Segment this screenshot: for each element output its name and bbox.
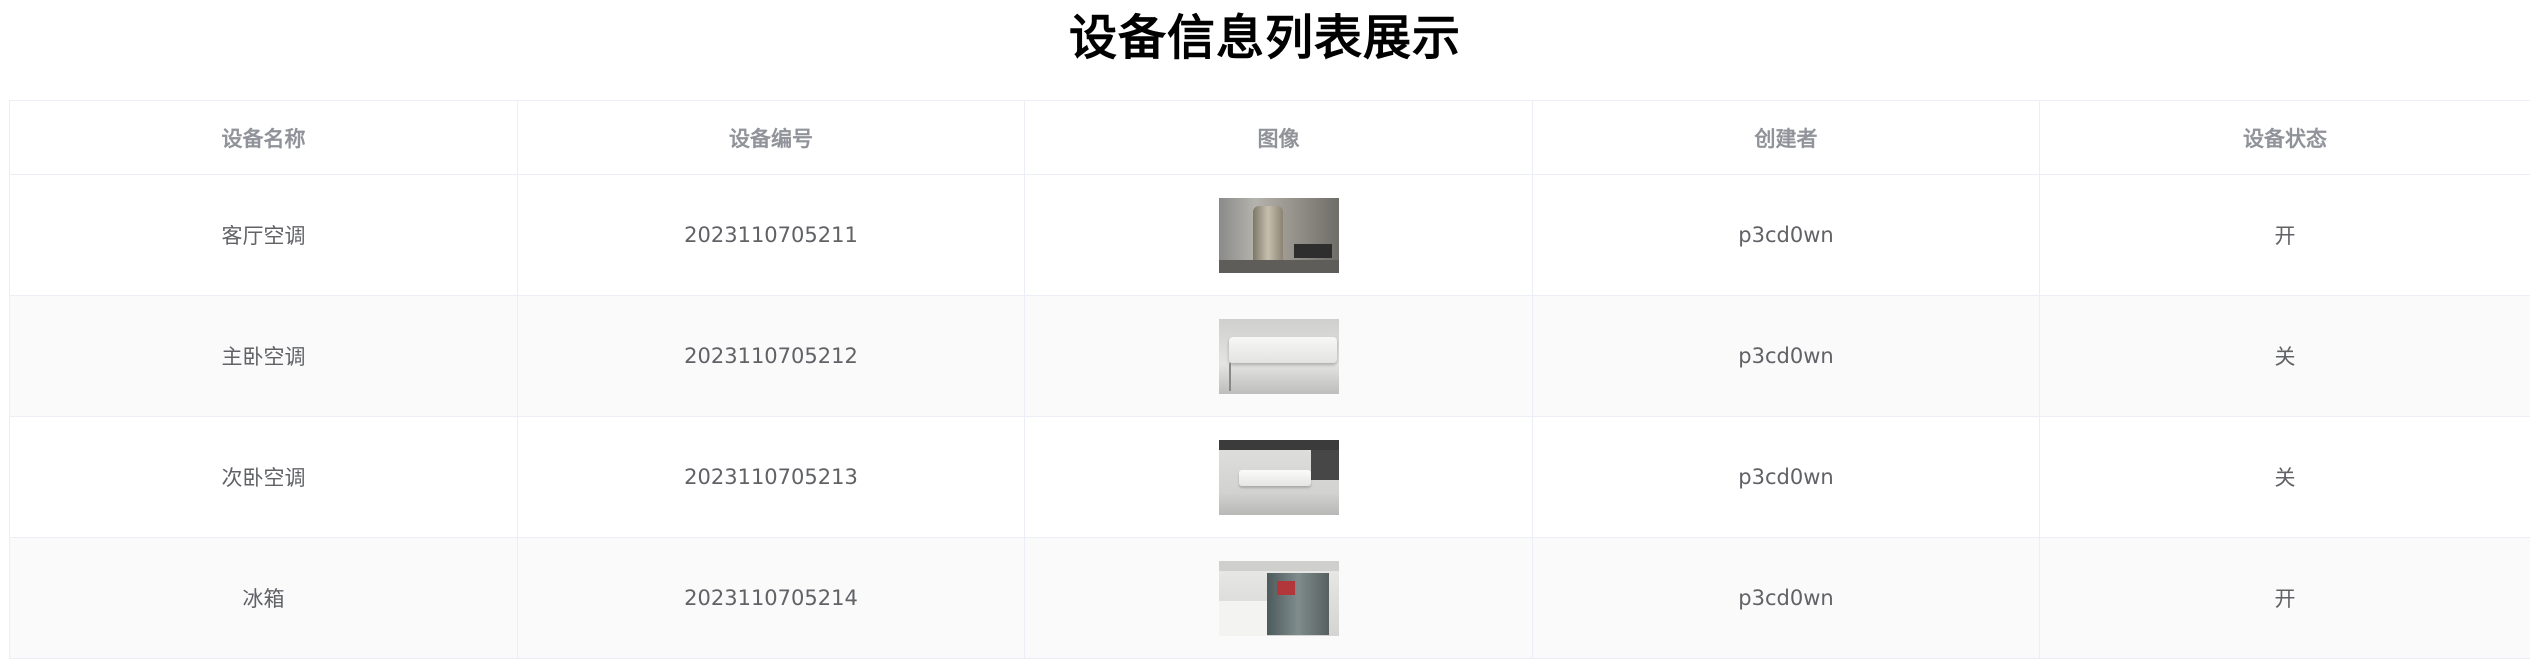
status-cell: 开: [2039, 537, 2530, 659]
second-bedroom-ac-image[interactable]: [1218, 439, 1339, 515]
device-code-cell: 2023110705212: [517, 295, 1025, 417]
creator-cell: p3cd0wn: [1532, 416, 2040, 538]
column-header-device-name[interactable]: 设备名称: [9, 100, 518, 175]
creator-cell: p3cd0wn: [1532, 295, 2040, 417]
table-row[interactable]: 客厅空调 2023110705211 p3cd0wn 开: [9, 174, 2530, 296]
column-header-device-status[interactable]: 设备状态: [2039, 100, 2530, 175]
page-title: 设备信息列表展示: [1068, 10, 1461, 66]
table-header: 设备名称 设备编号 图像 创建者 设备状态: [9, 100, 2530, 175]
column-header-creator[interactable]: 创建者: [1532, 100, 2040, 175]
device-name-cell: 主卧空调: [9, 295, 518, 417]
creator-cell: p3cd0wn: [1532, 174, 2040, 296]
image-cell: [1024, 295, 1533, 417]
living-room-ac-image[interactable]: [1218, 197, 1339, 273]
table-row[interactable]: 主卧空调 2023110705212 p3cd0wn 关: [9, 295, 2530, 417]
device-name-cell: 次卧空调: [9, 416, 518, 538]
table-row[interactable]: 次卧空调 2023110705213 p3cd0wn 关: [9, 416, 2530, 538]
image-cell: [1024, 416, 1533, 538]
device-code-cell: 2023110705213: [517, 416, 1025, 538]
creator-cell: p3cd0wn: [1532, 537, 2040, 659]
device-name-cell: 客厅空调: [9, 174, 518, 296]
device-code-cell: 2023110705211: [517, 174, 1025, 296]
status-cell: 关: [2039, 295, 2530, 417]
refrigerator-image[interactable]: [1218, 560, 1339, 636]
device-table: 设备名称 设备编号 图像 创建者 设备状态 客厅空调 2023110705211…: [9, 100, 2530, 659]
image-cell: [1024, 537, 1533, 659]
column-header-device-code[interactable]: 设备编号: [517, 100, 1025, 175]
status-cell: 关: [2039, 416, 2530, 538]
status-cell: 开: [2039, 174, 2530, 296]
column-header-image[interactable]: 图像: [1024, 100, 1533, 175]
image-cell: [1024, 174, 1533, 296]
table-row[interactable]: 冰箱 2023110705214 p3cd0wn 开: [9, 537, 2530, 659]
device-code-cell: 2023110705214: [517, 537, 1025, 659]
master-bedroom-ac-image[interactable]: [1218, 318, 1339, 394]
device-name-cell: 冰箱: [9, 537, 518, 659]
